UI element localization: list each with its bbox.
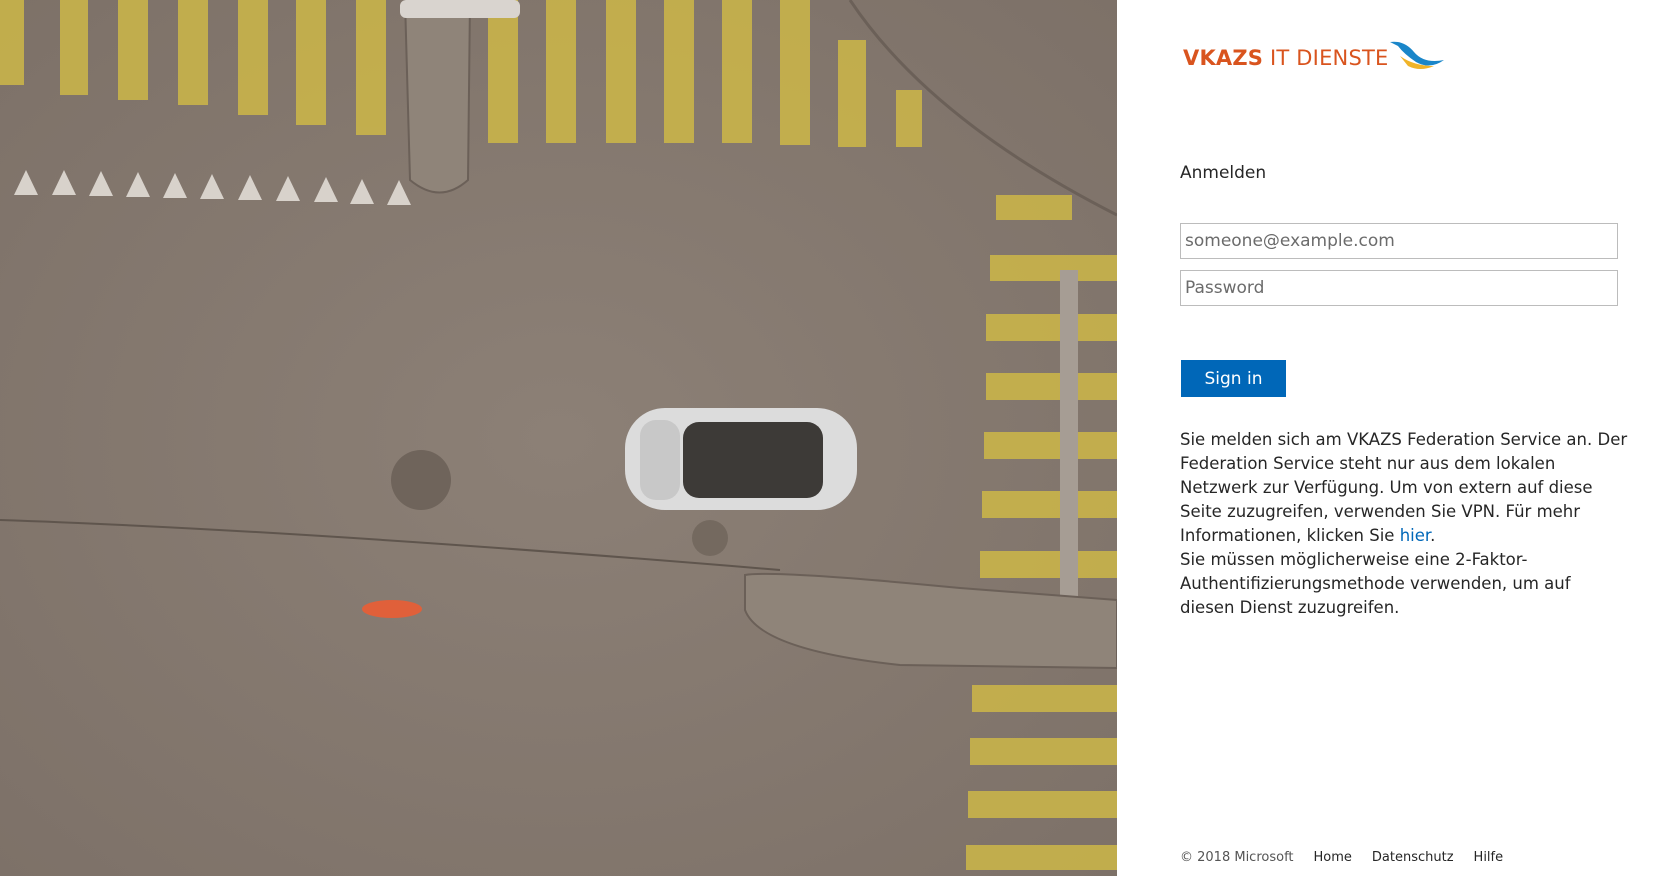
footer-link-home[interactable]: Home xyxy=(1314,850,1352,865)
sign-in-button[interactable]: Sign in xyxy=(1181,360,1286,397)
email-field[interactable] xyxy=(1180,223,1618,259)
logo-text: VKAZS IT DIENSTE xyxy=(1183,46,1388,70)
info-paragraph-1: Sie melden sich am VKAZS Federation Serv… xyxy=(1180,428,1630,548)
signin-pane: VKAZS IT DIENSTE Anmelden Sign in Sie me… xyxy=(1117,0,1679,876)
logo-wave-icon xyxy=(1390,41,1445,69)
logo-text-bold: VKAZS xyxy=(1183,46,1264,70)
info-text-block: Sie melden sich am VKAZS Federation Serv… xyxy=(1180,428,1630,620)
signin-heading: Anmelden xyxy=(1180,163,1267,183)
company-logo: VKAZS IT DIENSTE xyxy=(1183,38,1446,78)
info-link-hier[interactable]: hier xyxy=(1400,526,1430,545)
footer: © 2018 Microsoft Home Datenschutz Hilfe xyxy=(1180,850,1503,865)
footer-link-hilfe[interactable]: Hilfe xyxy=(1474,850,1504,865)
aerial-street-image xyxy=(0,0,1117,876)
logo-text-rest: IT DIENSTE xyxy=(1263,46,1389,70)
copyright-text: © 2018 Microsoft xyxy=(1180,850,1294,865)
info-paragraph-2: Sie müssen möglicherweise eine 2-Faktor-… xyxy=(1180,550,1571,617)
footer-link-datenschutz[interactable]: Datenschutz xyxy=(1372,850,1454,865)
password-field[interactable] xyxy=(1180,270,1618,306)
background-illustration xyxy=(0,0,1117,876)
info-text-1-end: . xyxy=(1430,526,1436,545)
